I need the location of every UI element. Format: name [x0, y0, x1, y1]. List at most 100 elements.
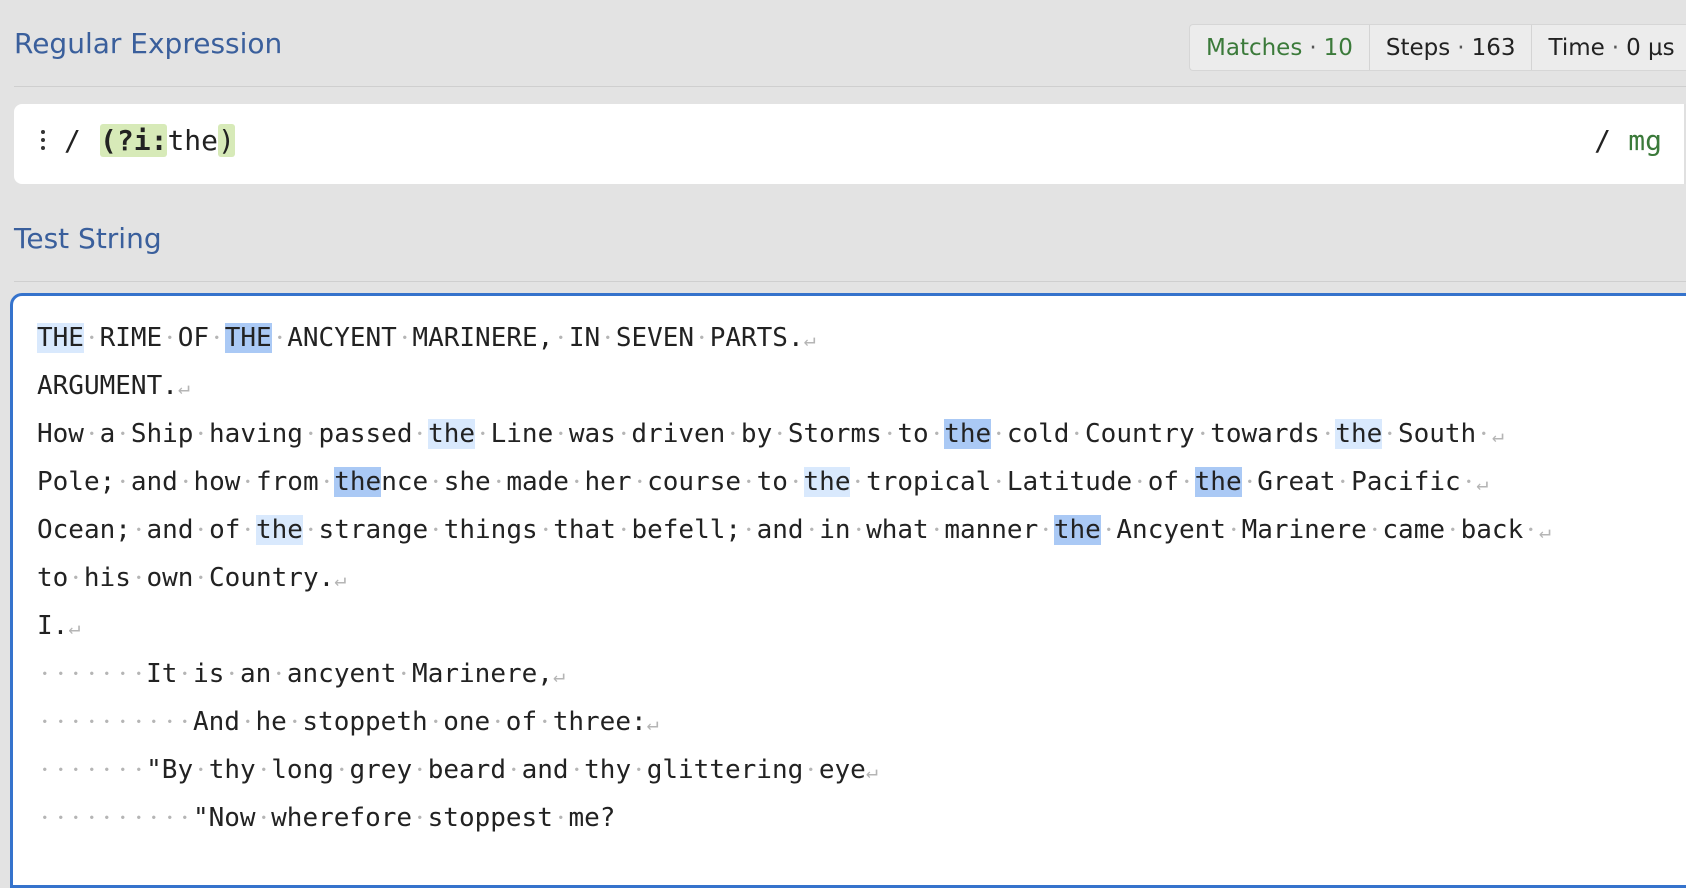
whitespace-marker: • [119, 763, 127, 777]
whitespace-marker: • [56, 763, 64, 777]
whitespace-marker: • [432, 475, 440, 489]
whitespace-marker: • [1527, 523, 1535, 537]
whitespace-marker: • [244, 475, 252, 489]
whitespace-marker: • [150, 715, 158, 729]
test-line: THE • RIME • OF • THE • ANCYENT • MARINERE, • IN • SEV… [37, 323, 816, 353]
whitespace-marker: • [572, 763, 580, 777]
test-string-text[interactable]: THE • RIME • OF • THE • ANCYENT • MARINERE, • IN • SEV… [37, 314, 1551, 842]
whitespace-marker: • [1464, 475, 1472, 489]
whitespace-marker: • [1105, 523, 1113, 537]
test-line: How • a • Ship • having • passed • the • Line • was • dr… [37, 419, 1504, 449]
whitespace-marker: • [88, 715, 96, 729]
whitespace-marker: • [432, 523, 440, 537]
whitespace-marker: • [134, 811, 142, 825]
whitespace-marker: • [635, 763, 643, 777]
whitespace-marker: • [259, 763, 268, 777]
whitespace-marker: • [1324, 427, 1332, 441]
whitespace-marker: • [275, 667, 283, 681]
match-highlight: the [944, 419, 992, 449]
regex-editor[interactable]: / (?i:the) / mg [14, 104, 1686, 184]
whitespace-marker: • [541, 715, 549, 729]
whitespace-marker: • [1183, 475, 1191, 489]
test-string-editor[interactable]: THE • RIME • OF • THE • ANCYENT • MARINERE, • IN • SEV… [10, 293, 1686, 888]
whitespace-marker: • [933, 523, 941, 537]
whitespace-marker: • [41, 715, 49, 729]
whitespace-marker: • [72, 715, 80, 729]
whitespace-marker: • [135, 523, 143, 537]
whitespace-marker: • [41, 667, 49, 681]
whitespace-marker: • [995, 475, 1003, 489]
whitespace-marker: • [228, 667, 236, 681]
regex-section-title: Regular Expression [14, 27, 283, 60]
whitespace-marker: • [72, 667, 80, 681]
whitespace-marker: • [197, 571, 205, 585]
whitespace-marker: • [416, 427, 424, 441]
regex-flags[interactable]: mg [1628, 124, 1662, 157]
whitespace-marker: • [932, 427, 940, 441]
whitespace-marker: • [1339, 475, 1347, 489]
whitespace-marker: • [1042, 523, 1050, 537]
whitespace-marker: • [41, 763, 49, 777]
whitespace-marker: • [197, 763, 205, 777]
match-highlight: the [334, 467, 382, 497]
test-line: • • • • • • • It • is • an • ancyent • Marinere,↵ [41, 659, 565, 689]
whitespace-marker: • [338, 763, 346, 777]
whitespace-marker: • [807, 523, 815, 537]
match-highlight: the [1194, 467, 1242, 497]
whitespace-marker: • [88, 427, 96, 441]
whitespace-marker: • [635, 475, 643, 489]
whitespace-marker: • [103, 811, 111, 825]
test-line: I.↵ [37, 611, 81, 641]
whitespace-marker: • [119, 811, 127, 825]
divider [14, 281, 1686, 282]
newline-marker: ↵ [865, 759, 878, 783]
whitespace-marker: • [729, 427, 737, 441]
whitespace-marker: • [134, 667, 142, 681]
whitespace-marker: • [557, 331, 565, 345]
whitespace-marker: • [181, 715, 189, 729]
whitespace-marker: • [181, 811, 189, 825]
test-line: Pole; • and • how • from • thence • she • made • her • c… [37, 467, 1489, 497]
whitespace-marker: • [792, 475, 800, 489]
match-highlight: the [803, 467, 851, 497]
whitespace-marker: • [431, 715, 439, 729]
test-line: • • • • • • • • • • And • he • stoppeth • one • of • three:↵ [41, 707, 659, 737]
steps-value: 163 [1471, 34, 1516, 61]
newline-marker: ↵ [552, 663, 565, 687]
matches-label: Matches [1206, 34, 1303, 61]
whitespace-marker: • [1480, 427, 1488, 441]
whitespace-marker: • [1245, 475, 1253, 489]
whitespace-marker: • [119, 715, 127, 729]
whitespace-marker: • [103, 763, 111, 777]
test-line: • • • • • • • "By • thy • long • grey • beard • and • thy • g… [41, 755, 878, 785]
whitespace-marker: • [1371, 523, 1379, 537]
whitespace-marker: • [1386, 427, 1394, 441]
whitespace-marker: • [854, 475, 862, 489]
steps-label: Steps [1385, 34, 1451, 61]
newline-marker: ↵ [1491, 423, 1504, 447]
match-highlight: THE [224, 323, 272, 353]
vertical-dots-icon[interactable] [38, 126, 48, 162]
whitespace-marker: • [181, 667, 189, 681]
whitespace-marker: • [134, 715, 142, 729]
whitespace-marker: • [573, 475, 581, 489]
matches-value: 10 [1323, 34, 1353, 61]
whitespace-marker: • [56, 715, 64, 729]
whitespace-marker: • [557, 427, 565, 441]
whitespace-marker: • [401, 331, 409, 345]
newline-marker: ↵ [68, 615, 81, 639]
whitespace-marker: • [244, 715, 252, 729]
whitespace-marker: • [166, 811, 174, 825]
whitespace-marker: • [776, 427, 784, 441]
whitespace-marker: • [244, 523, 252, 537]
newline-marker: ↵ [1476, 471, 1489, 495]
whitespace-marker: • [541, 523, 549, 537]
whitespace-marker: • [416, 763, 424, 777]
regex-literal: the [167, 124, 219, 157]
newline-marker: ↵ [1538, 519, 1551, 543]
whitespace-marker: • [259, 811, 267, 825]
steps-separator: · [1457, 34, 1465, 61]
regex-input[interactable]: (?i:the) [100, 124, 235, 157]
whitespace-marker: • [213, 331, 221, 345]
whitespace-marker: • [135, 571, 143, 585]
